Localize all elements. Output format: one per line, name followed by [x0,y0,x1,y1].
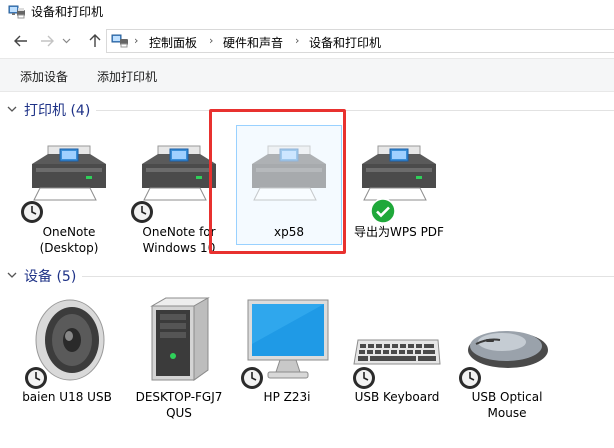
device-label: 导出为WPS PDF [354,225,444,239]
command-bar: 添加设备 添加打印机 [0,58,614,92]
arrow-right-icon[interactable] [38,32,56,50]
group-title: 打印机 (4) [24,103,91,119]
computer-tower-icon [150,297,210,381]
breadcrumb-separator[interactable]: › [134,34,138,47]
group-title: 设备 (5) [24,269,77,285]
clock-badge-icon [131,201,153,223]
add-device-button[interactable]: 添加设备 [20,68,68,85]
device-item-keyboard[interactable]: USB Keyboard [342,296,452,426]
group-header-devices[interactable]: 设备 (5) [0,265,614,287]
arrow-up-icon[interactable] [86,32,104,50]
clock-badge-icon [241,367,263,389]
group-divider [82,276,614,277]
device-item-speaker[interactable]: baien U18 USB [12,296,122,426]
default-check-icon [370,198,396,224]
device-item-printer[interactable]: OneNote (Desktop) [14,140,124,260]
window-title: 设备和打印机 [31,5,104,19]
breadcrumb-item-devices-printers[interactable]: 设备和打印机 [309,34,381,51]
clock-badge-icon [459,367,481,389]
clock-badge-icon [353,367,375,389]
devices-printers-icon [8,3,26,22]
printer-icon [32,145,106,201]
device-item-computer[interactable]: DESKTOP-FGJ7 QUS [124,296,234,426]
device-label: USB Keyboard [354,390,440,404]
printer-icon [362,145,436,201]
arrow-left-icon[interactable] [12,32,30,50]
device-item-monitor[interactable]: HP Z23i [232,296,342,426]
clock-badge-icon [21,201,43,223]
clock-badge-icon [25,367,47,389]
device-label: USB Optical Mouse [471,390,543,420]
address-bar[interactable]: › 控制面板 › 硬件和声音 › 设备和打印机 [106,29,614,53]
chevron-down-icon[interactable] [6,103,18,118]
breadcrumb-separator[interactable]: › [295,34,299,47]
group-divider [96,110,614,111]
chevron-down-icon[interactable] [60,32,72,50]
device-item-mouse[interactable]: USB Optical Mouse [452,296,562,426]
breadcrumb-item-control-panel[interactable]: 控制面板 [149,34,197,51]
device-label: DESKTOP-FGJ7 QUS [135,390,223,420]
title-bar: 设备和打印机 [0,0,614,24]
keyboard-icon [353,339,441,365]
add-printer-button[interactable]: 添加打印机 [97,68,157,85]
breadcrumb-separator[interactable]: › [209,34,213,47]
breadcrumb-item-hardware-sound[interactable]: 硬件和声音 [223,34,283,51]
navigation-bar: › 控制面板 › 硬件和声音 › 设备和打印机 [0,26,614,56]
mouse-icon [468,331,548,368]
chevron-down-icon[interactable] [6,269,18,284]
device-label: HP Z23i [263,390,311,404]
device-label: OneNote (Desktop) [39,225,99,255]
devices-printers-icon [111,32,129,51]
device-item-printer[interactable]: 导出为WPS PDF [344,140,454,240]
device-label: baien U18 USB [22,390,112,404]
highlight-box [209,109,346,254]
